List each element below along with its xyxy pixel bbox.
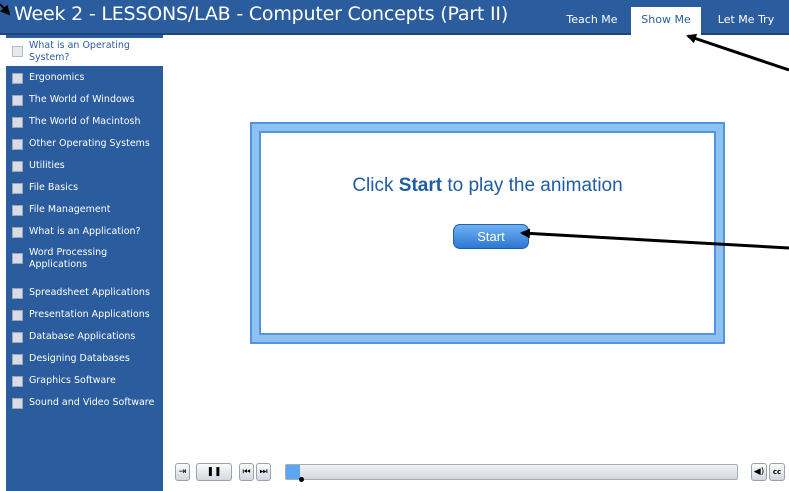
closed-captions-button[interactable]: cc [769, 463, 785, 481]
sidebar-item-label: Word Processing Applications [29, 247, 108, 270]
sidebar-item-file-basics[interactable]: File Basics [6, 182, 163, 194]
player-controls: ⇥ ❚❚ ⏮ ⏭ ◀) cc [165, 458, 789, 491]
sidebar-item-database[interactable]: Database Applications [6, 331, 163, 343]
sidebar-item-application[interactable]: What is an Application? [6, 226, 163, 238]
sidebar-item-operating-system[interactable]: What is an Operating System? [6, 38, 163, 66]
sidebar-item-word-processing[interactable]: Word Processing Applications [6, 247, 163, 271]
progress-bar[interactable] [285, 464, 738, 480]
sidebar-item-label: The World of Windows [29, 94, 135, 105]
playhead-marker[interactable] [299, 477, 304, 482]
checkbox-icon [12, 46, 23, 57]
progress-fill [286, 465, 300, 479]
checkbox-icon [12, 205, 23, 216]
next-button[interactable]: ⏭ [256, 463, 271, 481]
checkbox-icon [12, 398, 23, 409]
next-icon: ⏭ [259, 467, 268, 477]
previous-button[interactable]: ⏮ [239, 463, 254, 481]
tab-show-me[interactable]: Show Me [631, 7, 701, 35]
tab-let-me-try[interactable]: Let Me Try [706, 9, 786, 33]
tab-teach-me[interactable]: Teach Me [554, 9, 630, 33]
sidebar-item-label: Utilities [29, 160, 65, 171]
exit-icon: ⇥ [178, 467, 187, 477]
arrow-to-show-me-tab [686, 33, 789, 72]
lesson-sidebar: What is an Operating System? Ergonomics … [6, 35, 163, 491]
sidebar-item-file-management[interactable]: File Management [6, 204, 163, 216]
sidebar-item-label: Sound and Video Software [29, 397, 155, 408]
checkbox-icon [12, 354, 23, 365]
sidebar-item-sound-video[interactable]: Sound and Video Software [6, 397, 163, 409]
start-button[interactable]: Start [453, 224, 529, 249]
previous-icon: ⏮ [242, 467, 251, 477]
checkbox-icon [12, 288, 23, 299]
sidebar-item-label: Graphics Software [29, 375, 116, 386]
checkbox-icon [12, 253, 23, 264]
stage-panel: Click Start to play the animation Start [259, 131, 716, 335]
sidebar-item-designing-databases[interactable]: Designing Databases [6, 353, 163, 365]
checkbox-icon [12, 183, 23, 194]
sidebar-item-spreadsheet[interactable]: Spreadsheet Applications [6, 287, 163, 299]
sidebar-item-label: What is an Application? [29, 226, 141, 237]
sidebar-item-label: Ergonomics [29, 72, 85, 83]
sidebar-item-graphics[interactable]: Graphics Software [6, 375, 163, 387]
sidebar-item-label: Presentation Applications [29, 309, 150, 320]
course-title: Week 2 - LESSONS/LAB - Computer Concepts… [14, 3, 509, 25]
sidebar-item-label: What is an Operating System? [29, 40, 130, 63]
checkbox-icon [12, 332, 23, 343]
sidebar-item-label: Spreadsheet Applications [29, 287, 150, 298]
sidebar-item-label: The World of Macintosh [29, 116, 141, 127]
checkbox-icon [12, 139, 23, 150]
pause-button[interactable]: ❚❚ [196, 463, 232, 481]
sidebar-item-ergonomics[interactable]: Ergonomics [6, 72, 163, 84]
sidebar-item-label: Other Operating Systems [29, 138, 150, 149]
checkbox-icon [12, 376, 23, 387]
pause-icon: ❚❚ [206, 467, 222, 477]
checkbox-icon [12, 95, 23, 106]
checkbox-icon [12, 310, 23, 321]
sidebar-item-label: File Management [29, 204, 111, 215]
sidebar-item-other-os[interactable]: Other Operating Systems [6, 138, 163, 150]
sidebar-item-macintosh[interactable]: The World of Macintosh [6, 116, 163, 128]
volume-icon: ◀) [753, 467, 765, 477]
sidebar-item-windows[interactable]: The World of Windows [6, 94, 163, 106]
sidebar-item-utilities[interactable]: Utilities [6, 160, 163, 172]
sidebar-item-label: Database Applications [29, 331, 136, 342]
start-prompt: Click Start to play the animation [352, 175, 623, 196]
checkbox-icon [12, 73, 23, 84]
checkbox-icon [12, 117, 23, 128]
sidebar-item-label: Designing Databases [29, 353, 130, 364]
animation-stage: Click Start to play the animation Start [250, 122, 725, 344]
checkbox-icon [12, 161, 23, 172]
exit-button[interactable]: ⇥ [175, 463, 190, 481]
checkbox-icon [12, 227, 23, 238]
sidebar-item-presentation[interactable]: Presentation Applications [6, 309, 163, 321]
sidebar-item-label: File Basics [29, 182, 79, 193]
volume-button[interactable]: ◀) [751, 463, 767, 481]
app-header: Week 2 - LESSONS/LAB - Computer Concepts… [0, 0, 789, 35]
